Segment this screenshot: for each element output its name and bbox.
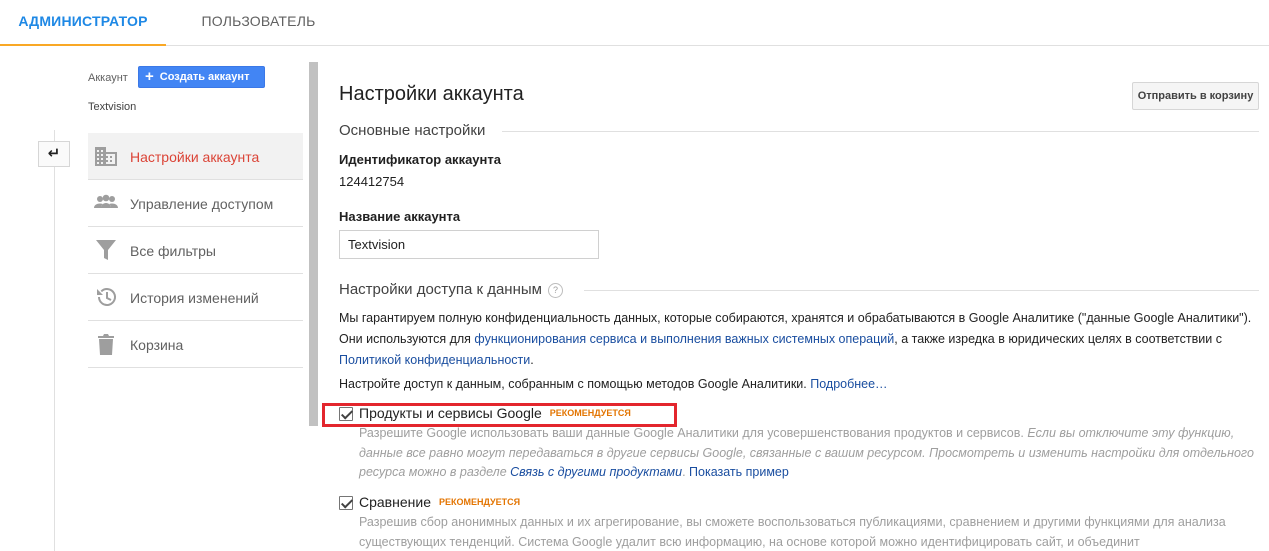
history-icon bbox=[94, 286, 118, 308]
filter-icon bbox=[94, 239, 118, 261]
sidebar-item-label: Управление доступом bbox=[130, 196, 274, 212]
data-access-heading: Настройки доступа к данным? bbox=[339, 281, 563, 298]
sidebar-item-all-filters[interactable]: Все фильтры bbox=[88, 227, 303, 274]
option-label-text: Сравнение bbox=[359, 494, 431, 510]
benchmarking-checkbox[interactable] bbox=[339, 496, 353, 510]
sidebar-item-change-history[interactable]: История изменений bbox=[88, 274, 303, 321]
sidebar-scrollbar[interactable] bbox=[309, 62, 318, 426]
account-label: Аккаунт bbox=[88, 72, 128, 84]
benchmarking-label: Сравнение Рекомендуется bbox=[359, 494, 520, 510]
back-arrow-icon: ↵ bbox=[47, 145, 61, 162]
sidebar-nav: Настройки аккаунта Управление доступом В… bbox=[88, 133, 303, 368]
account-id-label: Идентификатор аккаунта bbox=[339, 152, 501, 167]
account-name[interactable]: Textvision bbox=[88, 101, 136, 113]
trash-icon bbox=[94, 333, 118, 355]
move-to-trash-button[interactable]: Отправить в корзину bbox=[1132, 82, 1259, 110]
privacy-policy-link[interactable]: Политикой конфиденциальности bbox=[339, 353, 530, 367]
sidebar-item-account-settings[interactable]: Настройки аккаунта bbox=[88, 133, 303, 180]
create-account-button[interactable]: + Создать аккаунт bbox=[138, 66, 265, 88]
intro-text: , а также изредка в юридических целях в … bbox=[894, 332, 1222, 346]
account-id-value: 124412754 bbox=[339, 174, 405, 189]
help-icon[interactable]: ? bbox=[547, 283, 563, 298]
highlight-box bbox=[322, 403, 677, 427]
system-operations-link[interactable]: функционирования сервиса и выполнения ва… bbox=[474, 332, 894, 346]
people-icon bbox=[94, 192, 118, 214]
back-button[interactable]: ↵ bbox=[38, 141, 70, 167]
benchmarking-description: Разрешив сбор анонимных данных и их агре… bbox=[359, 513, 1259, 551]
learn-more-link[interactable]: Подробнее… bbox=[810, 377, 887, 391]
product-linking-link[interactable]: Связь с другими продуктами bbox=[510, 465, 682, 479]
sidebar-item-label: Настройки аккаунта bbox=[130, 149, 260, 165]
account-name-label: Название аккаунта bbox=[339, 209, 461, 224]
sidebar-item-label: Все фильтры bbox=[130, 243, 216, 259]
data-access-heading-text: Настройки доступа к данным bbox=[339, 281, 542, 298]
benchmarking-option: Сравнение Рекомендуется bbox=[339, 493, 679, 513]
tab-admin[interactable]: Администратор bbox=[0, 0, 166, 46]
desc-text: Разрешите Google использовать ваши данны… bbox=[359, 426, 1028, 440]
top-tabs: Администратор Пользователь bbox=[0, 0, 1269, 46]
desc-text: Разрешив сбор анонимных данных и их агре… bbox=[359, 515, 1226, 549]
config-text: Настройте доступ к данным, собранным с п… bbox=[339, 377, 811, 391]
recommended-badge: Рекомендуется bbox=[438, 497, 521, 507]
tree-line bbox=[54, 130, 55, 551]
desc-text: . bbox=[682, 465, 690, 479]
basic-settings-heading: Основные настройки bbox=[339, 122, 486, 139]
create-account-label: Создать аккаунт bbox=[159, 71, 250, 83]
intro-text: . bbox=[530, 353, 534, 367]
data-sharing-config-text: Настройте доступ к данным, собранным с п… bbox=[339, 374, 1259, 395]
sidebar-item-label: История изменений bbox=[130, 290, 259, 306]
sidebar-item-label: Корзина bbox=[130, 337, 184, 353]
building-icon bbox=[94, 145, 118, 167]
google-products-description: Разрешите Google использовать ваши данны… bbox=[359, 424, 1259, 483]
section-divider bbox=[502, 131, 1259, 132]
sidebar-item-trash[interactable]: Корзина bbox=[88, 321, 303, 368]
sidebar-item-access-management[interactable]: Управление доступом bbox=[88, 180, 303, 227]
tab-user[interactable]: Пользователь bbox=[166, 0, 351, 46]
plus-icon: + bbox=[145, 68, 154, 85]
data-sharing-intro: Мы гарантируем полную конфиденциальность… bbox=[339, 308, 1259, 371]
show-example-link[interactable]: Показать пример bbox=[689, 465, 789, 479]
account-name-input[interactable] bbox=[339, 230, 599, 259]
page-title: Настройки аккаунта bbox=[339, 83, 524, 105]
section-divider bbox=[584, 290, 1259, 291]
